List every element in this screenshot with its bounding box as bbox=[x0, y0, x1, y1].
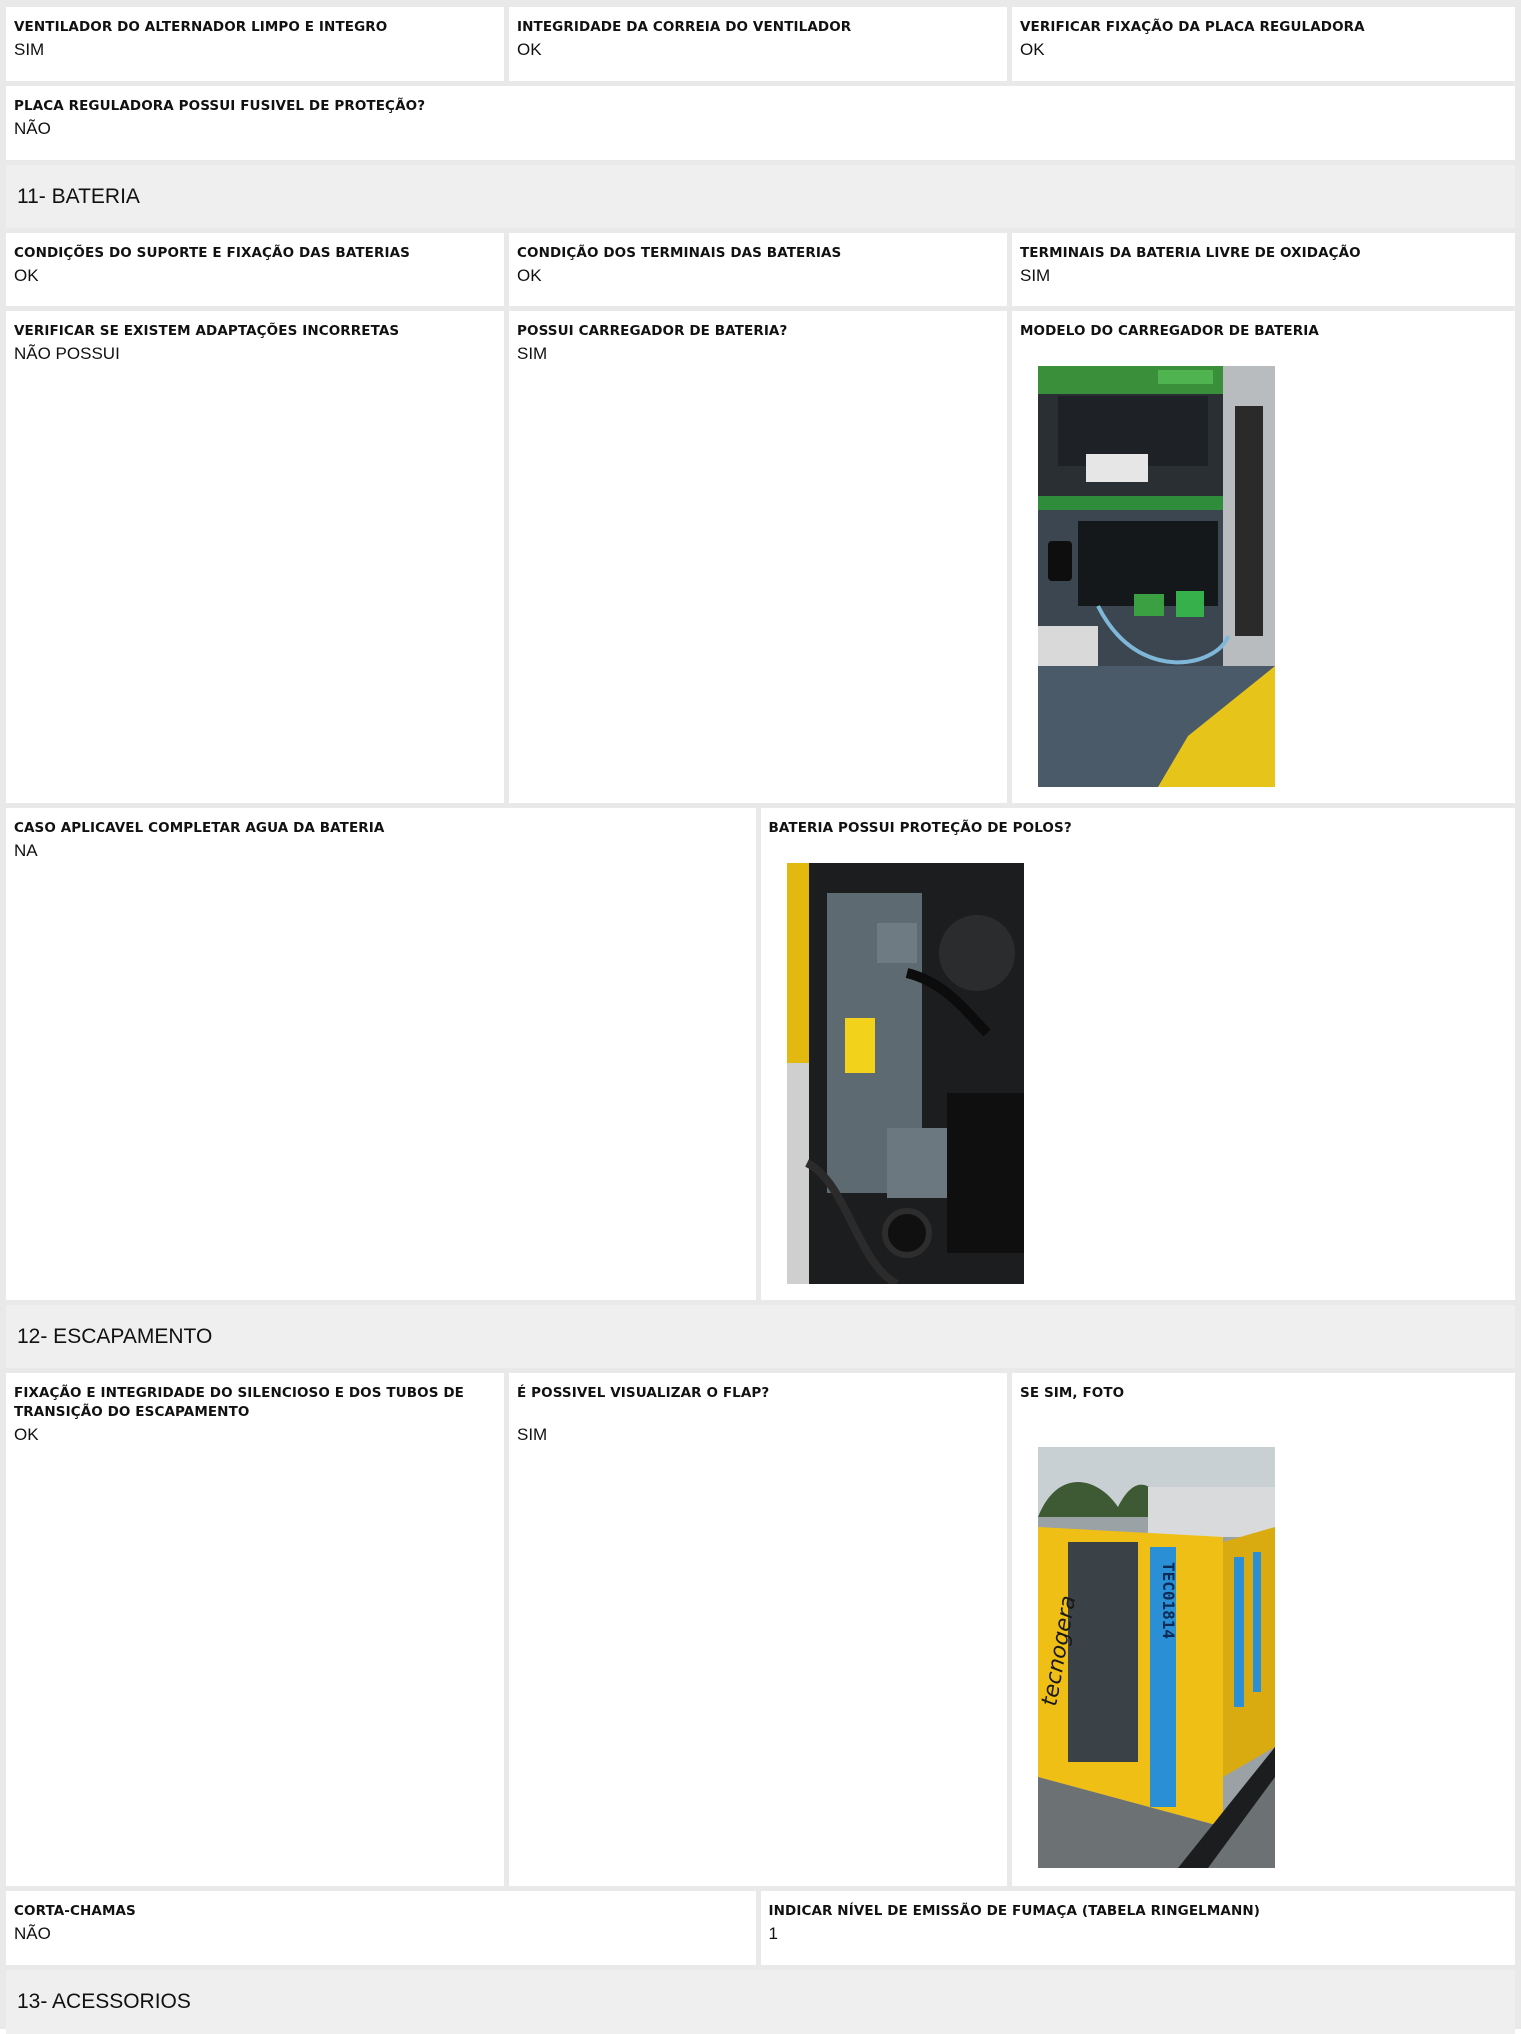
field-ventilador: VENTILADOR DO ALTERNADOR LIMPO E INTEGRO… bbox=[6, 7, 509, 81]
field-label: VERIFICAR FIXAÇÃO DA PLACA REGULADORA bbox=[1020, 19, 1365, 35]
field-value: NÃO bbox=[14, 1924, 51, 1943]
field-value: SIM bbox=[517, 344, 548, 363]
field-value: OK bbox=[1020, 40, 1045, 59]
field-value: SIM bbox=[14, 40, 45, 59]
field-fusivel: PLACA REGULADORA POSSUI FUSIVEL DE PROTE… bbox=[6, 86, 1515, 160]
field-value: SIM bbox=[517, 1425, 548, 1444]
field-fixacao-silencioso: FIXAÇÃO E INTEGRIDADE DO SILENCIOSO E DO… bbox=[6, 1373, 509, 1886]
charger-photo[interactable] bbox=[1038, 366, 1275, 787]
field-value: OK bbox=[14, 266, 39, 285]
field-value: 1 bbox=[768, 1924, 778, 1943]
field-label: MODELO DO CARREGADOR DE BATERIA bbox=[1020, 323, 1319, 339]
section-title: 12- ESCAPAMENTO bbox=[17, 1324, 213, 1348]
section-header-acessorios: 13- ACESSORIOS bbox=[6, 1970, 1515, 2034]
field-label: BATERIA POSSUI PROTEÇÃO DE POLOS? bbox=[768, 820, 1072, 836]
field-suporte-baterias: CONDIÇÕES DO SUPORTE E FIXAÇÃO DAS BATER… bbox=[6, 233, 509, 306]
section-header-bateria: 11- BATERIA bbox=[6, 165, 1515, 233]
field-label: PLACA REGULADORA POSSUI FUSIVEL DE PROTE… bbox=[14, 98, 426, 114]
form-row: CORTA-CHAMAS NÃO INDICAR NÍVEL DE EMISSÃ… bbox=[6, 1891, 1515, 1970]
form-row: CONDIÇÕES DO SUPORTE E FIXAÇÃO DAS BATER… bbox=[6, 233, 1515, 311]
form-row: FIXAÇÃO E INTEGRIDADE DO SILENCIOSO E DO… bbox=[6, 1373, 1515, 1891]
field-label: É POSSIVEL VISUALIZAR O FLAP? bbox=[517, 1385, 770, 1401]
field-label: VENTILADOR DO ALTERNADOR LIMPO E INTEGRO bbox=[14, 19, 388, 35]
field-label: INTEGRIDADE DA CORREIA DO VENTILADOR bbox=[517, 19, 852, 35]
field-label: CONDIÇÕES DO SUPORTE E FIXAÇÃO DAS BATER… bbox=[14, 245, 410, 261]
field-value: OK bbox=[517, 40, 542, 59]
generator-photo[interactable]: TEC01814 tecnogera bbox=[1038, 1447, 1275, 1868]
field-corta-chamas: CORTA-CHAMAS NÃO bbox=[6, 1891, 761, 1965]
section-header-escapamento: 12- ESCAPAMENTO bbox=[6, 1305, 1515, 1373]
form-row: VERIFICAR SE EXISTEM ADAPTAÇÕES INCORRET… bbox=[6, 311, 1515, 808]
field-value: NÃO bbox=[14, 119, 51, 138]
field-label: CORTA-CHAMAS bbox=[14, 1903, 136, 1919]
right-border bbox=[1515, 0, 1521, 2029]
field-value: OK bbox=[14, 1425, 39, 1444]
field-label: VERIFICAR SE EXISTEM ADAPTAÇÕES INCORRET… bbox=[14, 323, 400, 339]
field-value: SIM bbox=[1020, 266, 1051, 285]
field-foto-flap: SE SIM, FOTO TEC01814 tecnogera bbox=[1012, 1373, 1515, 1886]
form-grid: VENTILADOR DO ALTERNADOR LIMPO E INTEGRO… bbox=[6, 7, 1515, 2034]
field-label: FIXAÇÃO E INTEGRIDADE DO SILENCIOSO E DO… bbox=[14, 1385, 464, 1420]
unit-code-text: TEC01814 bbox=[1159, 1562, 1178, 1639]
field-modelo-carregador: MODELO DO CARREGADOR DE BATERIA bbox=[1012, 311, 1515, 803]
field-label: SE SIM, FOTO bbox=[1020, 1385, 1125, 1401]
field-terminais: CONDIÇÃO DOS TERMINAIS DAS BATERIAS OK bbox=[509, 233, 1012, 306]
field-label: POSSUI CARREGADOR DE BATERIA? bbox=[517, 323, 788, 339]
form-row: PLACA REGULADORA POSSUI FUSIVEL DE PROTE… bbox=[6, 86, 1515, 165]
field-oxidacao: TERMINAIS DA BATERIA LIVRE DE OXIDAÇÃO S… bbox=[1012, 233, 1515, 306]
section-title: 11- BATERIA bbox=[17, 184, 140, 208]
form-row: CASO APLICAVEL COMPLETAR AGUA DA BATERIA… bbox=[6, 808, 1515, 1305]
battery-photo[interactable] bbox=[786, 863, 1024, 1284]
form-row: VENTILADOR DO ALTERNADOR LIMPO E INTEGRO… bbox=[6, 7, 1515, 86]
field-label: CASO APLICAVEL COMPLETAR AGUA DA BATERIA bbox=[14, 820, 385, 836]
field-label: INDICAR NÍVEL DE EMISSÃO DE FUMAÇA (TABE… bbox=[768, 1903, 1261, 1919]
section-title: 13- ACESSORIOS bbox=[17, 1990, 191, 2013]
field-value: NA bbox=[14, 841, 38, 860]
field-placa-fixacao: VERIFICAR FIXAÇÃO DA PLACA REGULADORA OK bbox=[1012, 7, 1515, 81]
generator-photo-image: TEC01814 tecnogera bbox=[1038, 1447, 1275, 1868]
field-adaptacoes: VERIFICAR SE EXISTEM ADAPTAÇÕES INCORRET… bbox=[6, 311, 509, 803]
field-ringelmann: INDICAR NÍVEL DE EMISSÃO DE FUMAÇA (TABE… bbox=[760, 1891, 1515, 1965]
field-label: TERMINAIS DA BATERIA LIVRE DE OXIDAÇÃO bbox=[1020, 245, 1361, 261]
field-correia: INTEGRIDADE DA CORREIA DO VENTILADOR OK bbox=[509, 7, 1012, 81]
field-protecao-polos: BATERIA POSSUI PROTEÇÃO DE POLOS? bbox=[760, 808, 1515, 1300]
field-value: OK bbox=[517, 266, 542, 285]
charger-photo-image bbox=[1038, 366, 1275, 787]
battery-photo-image bbox=[786, 863, 1024, 1284]
field-flap: É POSSIVEL VISUALIZAR O FLAP? SIM bbox=[509, 1373, 1012, 1886]
top-border bbox=[0, 0, 1521, 7]
field-value: NÃO POSSUI bbox=[14, 344, 120, 363]
field-agua-bateria: CASO APLICAVEL COMPLETAR AGUA DA BATERIA… bbox=[6, 808, 761, 1300]
field-carregador: POSSUI CARREGADOR DE BATERIA? SIM bbox=[509, 311, 1012, 803]
field-label: CONDIÇÃO DOS TERMINAIS DAS BATERIAS bbox=[517, 245, 842, 261]
